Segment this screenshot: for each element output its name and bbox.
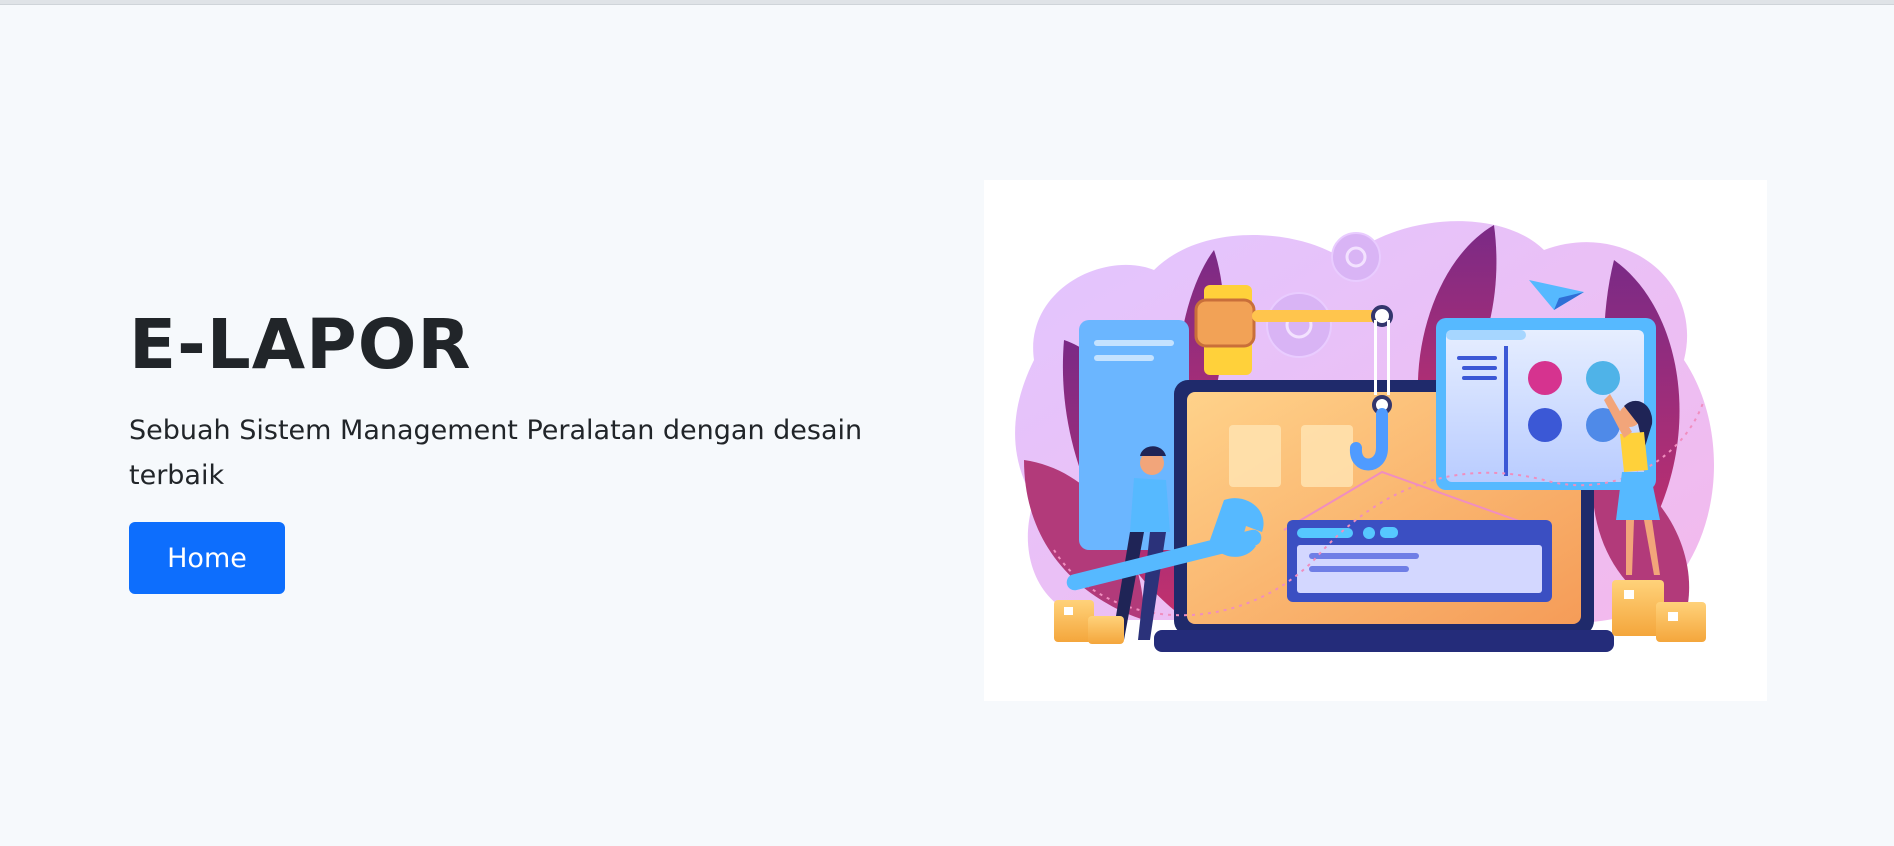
hero-text-block: E-LAPOR Sebuah Sistem Management Peralat… bbox=[129, 300, 929, 594]
maintenance-illustration-icon bbox=[1015, 221, 1714, 652]
hero-illustration bbox=[984, 180, 1767, 701]
page-title: E-LAPOR bbox=[129, 305, 472, 385]
page-subtitle: Sebuah Sistem Management Peralatan denga… bbox=[129, 415, 863, 491]
home-button[interactable]: Home bbox=[129, 522, 285, 594]
